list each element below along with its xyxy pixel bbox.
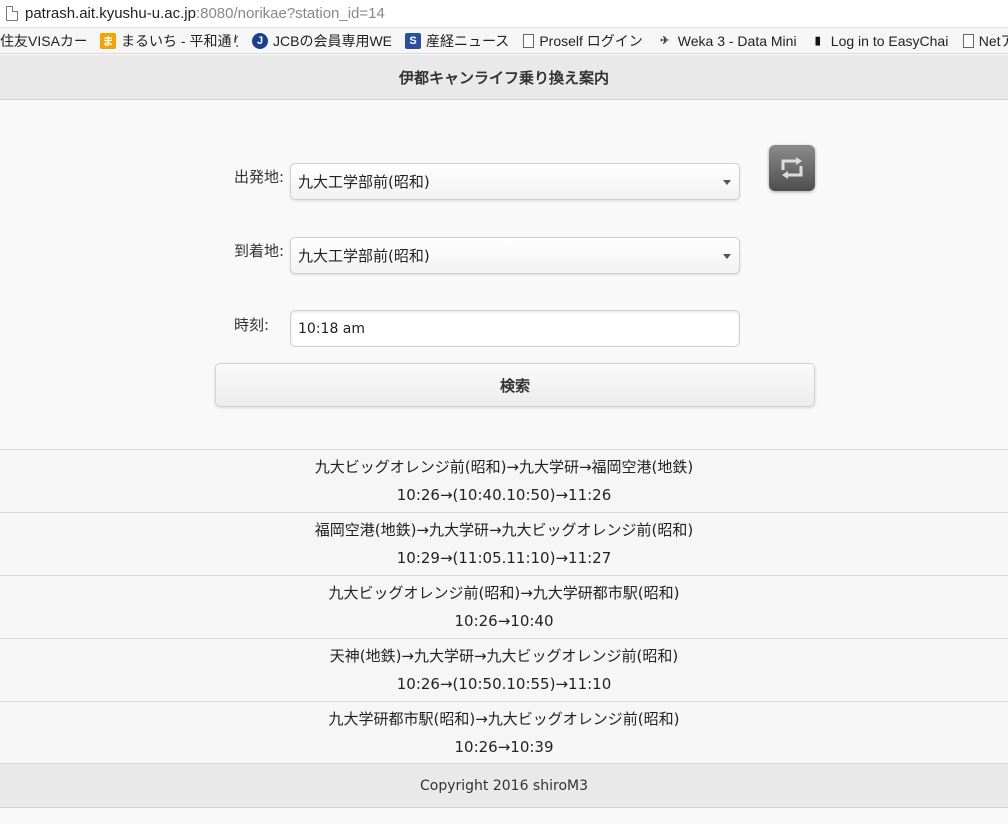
jcb-icon: J bbox=[252, 32, 268, 49]
list-item[interactable]: 九大学研都市駅(昭和)→九大ビッグオレンジ前(昭和) 10:26→10:39 bbox=[0, 701, 1008, 764]
departure-label: 出発地: bbox=[234, 168, 285, 186]
bookmark-label: Proself ログイン bbox=[539, 32, 643, 49]
list-item[interactable]: 九大ビッグオレンジ前(昭和)→九大学研→福岡空港(地鉄) 10:26→(10:4… bbox=[0, 449, 1008, 512]
bookmark-item[interactable]: ▮ Log in to EasyChair bbox=[810, 33, 949, 49]
search-button[interactable]: 検索 bbox=[215, 363, 815, 407]
departure-value: 九大工学部前(昭和) bbox=[298, 173, 430, 191]
departure-select[interactable]: 九大工学部前(昭和) bbox=[290, 163, 740, 200]
bookmark-label: JCBの会員専用WEB bbox=[273, 32, 391, 49]
page-icon bbox=[6, 6, 18, 21]
result-times: 10:29→(11:05.11:10)→11:27 bbox=[396, 549, 612, 567]
copyright-text: Copyright 2016 shiroM3 bbox=[420, 777, 588, 794]
bookmark-item[interactable]: S 産経ニュース bbox=[405, 31, 509, 51]
footer: Copyright 2016 shiroM3 bbox=[0, 763, 1008, 808]
url-path: :8080/norikae?station_id=14 bbox=[195, 5, 385, 22]
list-item[interactable]: 福岡空港(地鉄)→九大学研→九大ビッグオレンジ前(昭和) 10:29→(11:0… bbox=[0, 512, 1008, 575]
page-title: 伊都キャンライフ乗り換え案内 bbox=[398, 68, 609, 87]
bookmark-item[interactable]: J JCBの会員専用WEB bbox=[252, 31, 391, 51]
result-times: 10:26→10:40 bbox=[454, 612, 554, 630]
time-row: 時刻: bbox=[0, 310, 1008, 350]
arrival-select[interactable]: 九大工学部前(昭和) bbox=[290, 237, 740, 274]
url-host: patrash.ait.kyushu-u.ac.jp bbox=[25, 5, 196, 22]
result-times: 10:26→10:39 bbox=[454, 738, 554, 756]
address-bar[interactable]: patrash.ait.kyushu-u.ac.jp :8080/norikae… bbox=[0, 0, 1008, 28]
result-times: 10:26→(10:40.10:50)→11:26 bbox=[396, 486, 612, 504]
result-route: 天神(地鉄)→九大学研→九大ビッグオレンジ前(昭和) bbox=[329, 647, 679, 665]
bookmark-item[interactable]: ✈ Weka 3 - Data Mining bbox=[657, 33, 796, 49]
bookmark-label: まるいち - 平和通り bbox=[121, 32, 238, 49]
result-route: 福岡空港(地鉄)→九大学研→九大ビッグオレンジ前(昭和) bbox=[314, 521, 694, 539]
results-list: 九大ビッグオレンジ前(昭和)→九大学研→福岡空港(地鉄) 10:26→(10:4… bbox=[0, 449, 1008, 764]
swap-stations-button[interactable] bbox=[769, 145, 815, 191]
result-times: 10:26→(10:50.10:55)→11:10 bbox=[396, 675, 612, 693]
arrival-label: 到着地: bbox=[234, 242, 285, 260]
list-item[interactable]: 天神(地鉄)→九大学研→九大ビッグオレンジ前(昭和) 10:26→(10:50.… bbox=[0, 638, 1008, 701]
bookmark-label: Netアンサー bbox=[978, 32, 1008, 49]
bird-icon: ✈ bbox=[660, 35, 670, 47]
chevron-down-icon bbox=[723, 254, 731, 259]
arrival-value: 九大工学部前(昭和) bbox=[298, 247, 430, 265]
time-input[interactable] bbox=[290, 310, 740, 347]
result-route: 九大学研都市駅(昭和)→九大ビッグオレンジ前(昭和) bbox=[328, 710, 680, 728]
bookmark-label: Log in to EasyChair bbox=[830, 32, 949, 49]
orange-icon: ま bbox=[100, 32, 116, 49]
result-route: 九大ビッグオレンジ前(昭和)→九大学研→福岡空港(地鉄) bbox=[314, 458, 694, 476]
arrival-row: 到着地: 九大工学部前(昭和) bbox=[0, 237, 1008, 277]
bookmark-item[interactable]: Proself ログイン bbox=[523, 31, 643, 51]
app-header: 伊都キャンライフ乗り換え案内 bbox=[0, 55, 1008, 100]
swap-icon bbox=[781, 157, 803, 179]
bookmark-item[interactable]: ま まるいち - 平和通り bbox=[100, 31, 238, 51]
bookmark-item[interactable]: Netアンサー bbox=[962, 31, 1008, 51]
chevron-down-icon bbox=[723, 180, 731, 185]
time-label: 時刻: bbox=[234, 316, 270, 334]
bookmark-label: 産経ニュース bbox=[426, 32, 510, 49]
phone-icon: ▮ bbox=[814, 35, 821, 47]
departure-row: 出発地: 九大工学部前(昭和) bbox=[0, 163, 1008, 203]
bookmarks-bar: 住友VISAカード ま まるいち - 平和通り J JCBの会員専用WEB S … bbox=[0, 28, 1008, 54]
doc-icon bbox=[523, 33, 535, 48]
news-icon: S bbox=[405, 32, 421, 49]
bookmark-item[interactable]: 住友VISAカード bbox=[0, 31, 86, 51]
list-item[interactable]: 九大ビッグオレンジ前(昭和)→九大学研都市駅(昭和) 10:26→10:40 bbox=[0, 575, 1008, 638]
doc-icon bbox=[962, 33, 974, 48]
result-route: 九大ビッグオレンジ前(昭和)→九大学研都市駅(昭和) bbox=[328, 584, 680, 602]
bookmark-label: Weka 3 - Data Mining bbox=[677, 32, 796, 49]
bookmark-label: 住友VISAカード bbox=[0, 32, 86, 49]
